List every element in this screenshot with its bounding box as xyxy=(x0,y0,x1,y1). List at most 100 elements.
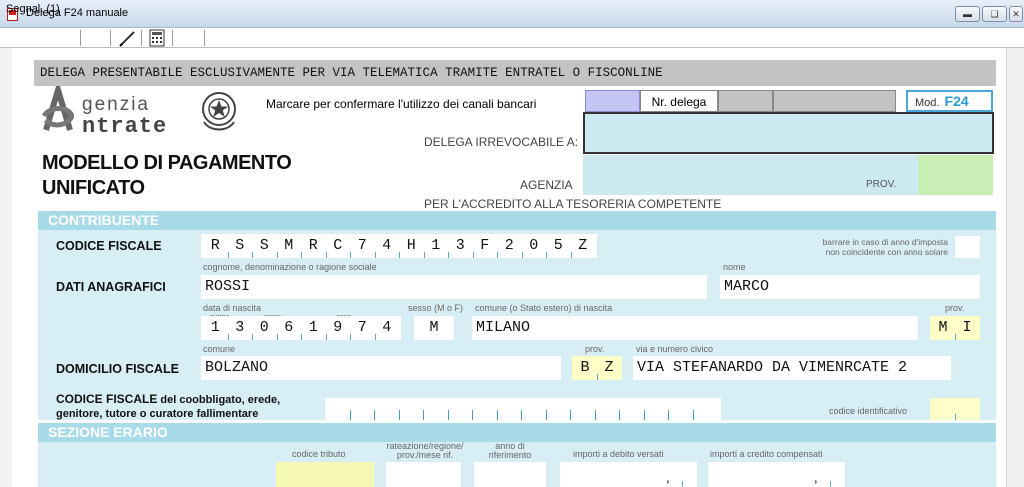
char-cell: 4 xyxy=(382,237,392,254)
char-cell: R xyxy=(308,237,318,254)
rateazione-input[interactable] xyxy=(386,462,461,487)
cell-divider xyxy=(619,410,620,420)
char-cell: H xyxy=(406,237,416,254)
comune-nascita-caption: comune (o Stato estero) di nascita xyxy=(475,303,613,313)
coobbligato-label-line1: CODICE FISCALE del coobbligato, erede, xyxy=(56,392,280,407)
char-cell: Z xyxy=(604,359,614,376)
prov-label: PROV. xyxy=(866,179,897,190)
rateazione-caption: rateazione/regione/ prov./mese rif. xyxy=(380,442,470,460)
char-cell: R xyxy=(210,237,220,254)
importi-credito-input[interactable]: , xyxy=(708,462,845,487)
mod-f24-badge: Mod. F24 xyxy=(906,90,993,112)
contribuente-section-header: CONTRIBUENTE xyxy=(38,211,996,230)
telematic-banner: DELEGA PRESENTABILE ESCLUSIVAMENTE PER V… xyxy=(34,60,996,86)
sezione-erario-header: SEZIONE ERARIO xyxy=(38,423,996,442)
agenzia-prov-field[interactable] xyxy=(918,155,993,195)
prov-nascita-caption: prov. xyxy=(945,303,965,313)
comune-domicilio-input[interactable]: BOLZANO xyxy=(201,356,561,380)
anno-note-line2: non coincidente con anno solare xyxy=(825,247,948,257)
mod-code: F24 xyxy=(944,93,969,109)
logo-text-ntrate: ntrate xyxy=(82,114,168,139)
codice-fiscale-label: CODICE FISCALE xyxy=(56,239,162,253)
char-cell: 1 xyxy=(210,319,220,336)
comune-caption: comune xyxy=(203,344,236,354)
char-cell: 1 xyxy=(308,319,318,336)
anno-riferimento-caption: anno di riferimento xyxy=(475,442,545,460)
republic-emblem-icon xyxy=(198,88,240,134)
coobbligato-label: CODICE FISCALE del coobbligato, erede, g… xyxy=(56,392,280,421)
comune-nascita-input[interactable]: MILANO xyxy=(472,316,918,340)
delega-irrevocabile-field[interactable] xyxy=(583,112,994,154)
nome-caption: nome xyxy=(723,262,746,272)
cell-divider xyxy=(521,410,522,420)
restore-button[interactable]: ❏ xyxy=(982,6,1007,22)
char-cell: 6 xyxy=(284,319,294,336)
prov-domicilio-caption: prov. xyxy=(585,344,605,354)
char-cell: M xyxy=(284,237,294,254)
cognome-caption: cognome, denominazione o ragione sociale xyxy=(203,262,377,272)
codice-fiscale-input[interactable]: RSSMRC74H13F205Z xyxy=(201,234,597,258)
delega-irrevocabile-label: DELEGA IRREVOCABILE A: xyxy=(424,135,579,149)
vertical-scrollbar[interactable] xyxy=(1006,48,1024,487)
coobbligato-cf-input[interactable] xyxy=(325,398,721,420)
codice-identificativo-caption: codice identificativo xyxy=(829,406,908,416)
coobbligato-rest: del coobbligato, erede, xyxy=(157,394,281,406)
sesso-caption: sesso (M o F) xyxy=(408,303,464,313)
prov-domicilio-input[interactable]: BZ xyxy=(572,356,622,380)
calculator-icon[interactable] xyxy=(148,29,166,47)
data-nascita-caption: data di nascita xyxy=(203,303,262,313)
char-cell: 3 xyxy=(455,237,465,254)
minimize-button[interactable]: ▬ xyxy=(955,6,980,22)
cell-divider xyxy=(472,410,473,420)
nome-input[interactable]: MARCO xyxy=(720,275,980,299)
menu-separator xyxy=(80,30,81,46)
importi-debito-input[interactable]: , xyxy=(560,462,697,487)
cell-divider xyxy=(570,410,571,420)
char-cell: 2 xyxy=(504,237,514,254)
coobbligato-bold: CODICE FISCALE xyxy=(56,392,158,406)
codice-tributo-caption: codice tributo xyxy=(292,449,346,459)
importi-credito-caption: importi a credito compensati xyxy=(710,449,823,459)
sesso-input[interactable]: M xyxy=(414,316,454,340)
cell-divider xyxy=(496,410,498,420)
cell-divider xyxy=(545,410,547,420)
menu-separator xyxy=(141,30,142,46)
decimal-comma: , xyxy=(814,470,818,485)
menu-separator xyxy=(204,30,205,46)
char-cell: I xyxy=(962,319,972,336)
char-cell: 7 xyxy=(357,319,367,336)
char-cell: F xyxy=(480,237,490,254)
bank-channels-checkbox[interactable] xyxy=(585,90,640,112)
anno-riferimento-input[interactable] xyxy=(474,462,546,487)
anno-non-solare-checkbox[interactable] xyxy=(955,236,980,258)
data-nascita-input[interactable]: 13061974 xyxy=(201,316,401,340)
cell-divider xyxy=(374,410,375,420)
dati-anagrafici-label: DATI ANAGRAFICI xyxy=(56,280,166,294)
char-cell: 9 xyxy=(333,319,343,336)
nr-delega-field[interactable] xyxy=(718,90,773,112)
char-cell: S xyxy=(235,237,245,254)
char-cell: Z xyxy=(578,237,588,254)
char-cell: 7 xyxy=(357,237,367,254)
domicilio-fiscale-label: DOMICILIO FISCALE xyxy=(56,362,179,376)
cell-divider xyxy=(398,410,400,420)
codice-tributo-input[interactable] xyxy=(276,462,374,487)
agenzia-label: AGENZIA xyxy=(520,178,573,192)
pencil-icon[interactable] xyxy=(118,29,138,47)
char-cell: S xyxy=(259,237,269,254)
cell-divider xyxy=(692,410,694,420)
nr-delega-field[interactable] xyxy=(773,90,896,112)
form-title-line2: UNIFICATO xyxy=(42,177,145,199)
char-cell: 3 xyxy=(235,319,245,336)
decimal-comma: , xyxy=(666,470,670,485)
prov-nascita-input[interactable]: MI xyxy=(930,316,980,340)
close-button[interactable]: ✕ xyxy=(1009,6,1023,22)
char-cell: 5 xyxy=(553,237,563,254)
char-cell: M xyxy=(938,319,948,336)
coobbligato-label-line2: genitore, tutore o curatore fallimentare xyxy=(56,408,259,420)
codice-identificativo-input[interactable] xyxy=(930,398,980,420)
via-input[interactable]: VIA STEFANARDO DA VIMENRCATE 2 xyxy=(633,356,951,380)
segnalazioni-menu[interactable]: Segnal. (1) xyxy=(6,3,60,15)
cognome-input[interactable]: ROSSI xyxy=(201,275,707,299)
rateazione-caption-line2: prov./mese rif. xyxy=(396,450,454,460)
